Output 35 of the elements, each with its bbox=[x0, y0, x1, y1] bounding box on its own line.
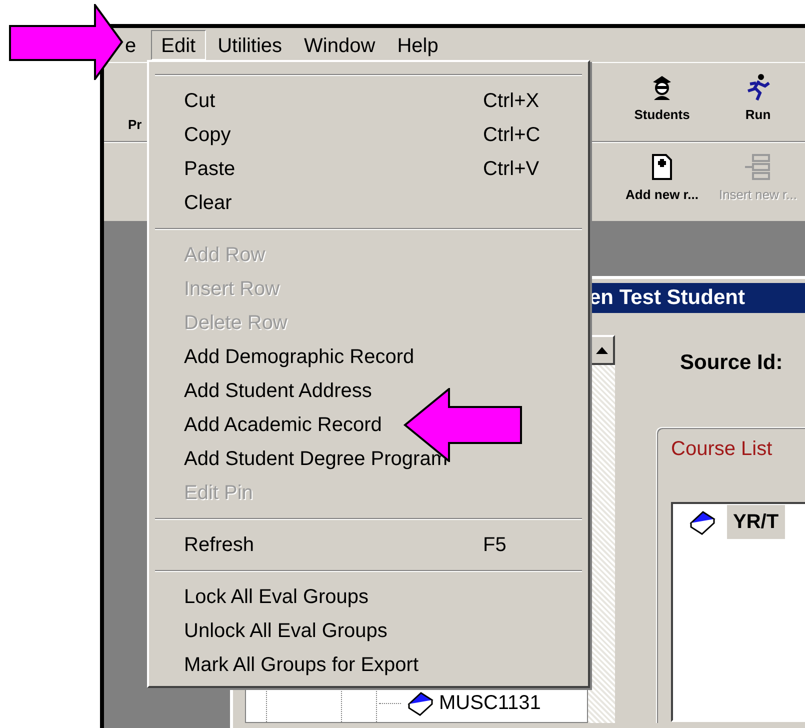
runner-icon bbox=[745, 73, 771, 101]
book-icon bbox=[687, 508, 717, 534]
toolbar-label: Pr bbox=[128, 116, 142, 134]
menu-item[interactable]: Mark All Groups for Export bbox=[149, 648, 588, 682]
menu-bar-item[interactable]: Edit bbox=[151, 30, 206, 60]
menu-item[interactable]: Add Student Address bbox=[149, 374, 588, 408]
menu-item[interactable]: Unlock All Eval Groups bbox=[149, 614, 588, 648]
menu-bar-item[interactable]: Window bbox=[294, 30, 386, 60]
up-arrow-icon bbox=[596, 346, 608, 354]
shortcut-label: Ctrl+C bbox=[483, 123, 540, 148]
book-icon bbox=[405, 690, 435, 716]
shortcut-label: Ctrl+X bbox=[483, 89, 540, 114]
toolbar-button[interactable]: Students bbox=[614, 73, 710, 131]
toolbar-button[interactable]: Run bbox=[710, 73, 805, 131]
add-page-icon bbox=[650, 153, 674, 181]
shortcut-label: Ctrl+V bbox=[483, 157, 540, 182]
menu-item[interactable]: Add Student Degree Program bbox=[149, 442, 588, 476]
menu-bar-item[interactable]: e bbox=[124, 30, 138, 60]
menu-bar-item[interactable]: Help bbox=[387, 30, 448, 60]
menu-item[interactable]: Lock All Eval Groups bbox=[149, 580, 588, 614]
field-label: Source Id: bbox=[680, 350, 784, 376]
column-header[interactable]: YR/T bbox=[725, 504, 785, 538]
shortcut-label: F5 bbox=[483, 533, 506, 558]
insert-rows-icon bbox=[743, 153, 773, 181]
menu-item[interactable]: Cut Ctrl+X bbox=[149, 84, 588, 118]
toolbar-button[interactable]: Add new r... bbox=[614, 153, 710, 211]
menu-item[interactable]: Add Demographic Record bbox=[149, 340, 588, 374]
group-title: Course List bbox=[671, 436, 774, 462]
menu-bar-item[interactable]: Utilities bbox=[208, 30, 292, 60]
menu-item[interactable]: Paste Ctrl+V bbox=[149, 152, 588, 186]
menu-item[interactable]: Clear bbox=[149, 186, 588, 220]
menu-item[interactable]: Refresh F5 bbox=[149, 528, 588, 562]
menu-item[interactable]: Copy Ctrl+C bbox=[149, 118, 588, 152]
tree-item[interactable]: MUSC1131 bbox=[439, 688, 541, 718]
menu-item[interactable]: Add Academic Record bbox=[149, 408, 588, 442]
